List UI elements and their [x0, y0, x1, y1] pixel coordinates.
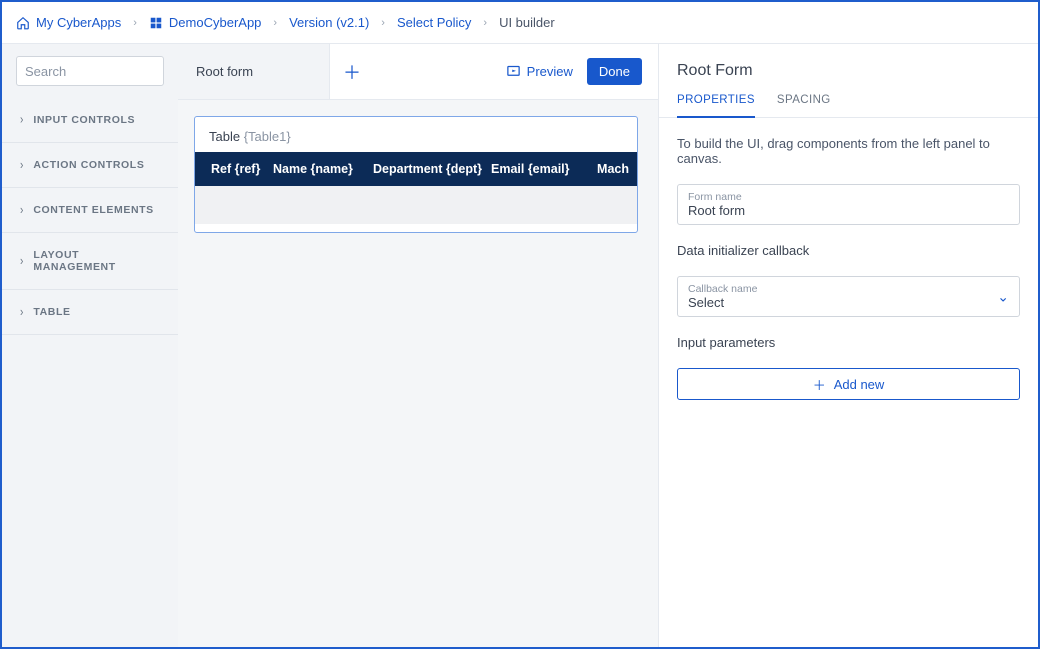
breadcrumb-current: UI builder	[499, 15, 555, 30]
tab-properties[interactable]: PROPERTIES	[677, 94, 755, 118]
palette-group-layout-management[interactable]: ›LAYOUT MANAGEMENT	[2, 233, 178, 290]
chevron-right-icon: ›	[133, 17, 137, 29]
preview-button[interactable]: Preview	[506, 64, 573, 79]
add-new-label: Add new	[834, 377, 885, 392]
chevron-right-icon: ›	[20, 254, 23, 268]
properties-panel: Root Form PROPERTIES SPACING To build th…	[658, 44, 1038, 647]
add-new-button[interactable]: ＋ Add new	[677, 368, 1020, 400]
table-col-department[interactable]: Department {dept}	[365, 162, 483, 176]
panel-hint: To build the UI, drag components from th…	[677, 136, 1020, 166]
callback-select[interactable]: Callback name Select ⌄	[677, 276, 1020, 317]
breadcrumb-app[interactable]: DemoCyberApp	[149, 15, 262, 30]
table-col-name[interactable]: Name {name}	[265, 162, 365, 176]
input-params-label: Input parameters	[677, 335, 1020, 350]
panel-title: Root Form	[659, 44, 1038, 94]
canvas-area: Root form ＋ Preview Done Table {Table1} …	[178, 44, 658, 647]
form-name-field[interactable]: Form name Root form	[677, 184, 1020, 225]
table-empty-body	[195, 186, 637, 224]
add-form-tab-button[interactable]: ＋	[330, 44, 374, 99]
table-header-row: Ref {ref} Name {name} Department {dept} …	[195, 152, 637, 186]
apps-icon	[149, 16, 163, 30]
chevron-down-icon: ⌄	[997, 288, 1009, 305]
table-col-email[interactable]: Email {email}	[483, 162, 573, 176]
breadcrumb-policy[interactable]: Select Policy	[397, 15, 471, 30]
plus-icon: ＋	[343, 59, 361, 85]
chevron-right-icon: ›	[20, 113, 23, 127]
callback-section-label: Data initializer callback	[677, 243, 1020, 258]
done-button[interactable]: Done	[587, 58, 642, 85]
chevron-right-icon: ›	[381, 17, 385, 29]
chevron-right-icon: ›	[20, 158, 23, 172]
preview-label: Preview	[527, 64, 573, 79]
table-card-title: Table {Table1}	[195, 117, 637, 152]
chevron-right-icon: ›	[20, 305, 23, 319]
breadcrumb-version[interactable]: Version (v2.1)	[289, 15, 369, 30]
tab-spacing[interactable]: SPACING	[777, 94, 831, 117]
plus-icon: ＋	[813, 375, 826, 394]
callback-label: Callback name	[688, 283, 1009, 295]
chevron-right-icon: ›	[20, 203, 23, 217]
breadcrumb: My CyberApps › DemoCyberApp › Version (v…	[2, 2, 1038, 44]
form-tab-root[interactable]: Root form	[178, 44, 330, 99]
preview-icon	[506, 64, 521, 79]
search-input[interactable]	[25, 64, 201, 79]
component-palette: ›INPUT CONTROLS ›ACTION CONTROLS ›CONTEN…	[2, 44, 178, 647]
search-input-wrap[interactable]	[16, 56, 164, 86]
form-name-value: Root form	[688, 203, 1009, 218]
table-col-machine[interactable]: Mach	[573, 162, 637, 176]
chevron-right-icon: ›	[483, 17, 487, 29]
table-col-ref[interactable]: Ref {ref}	[195, 162, 265, 176]
table-component-card[interactable]: Table {Table1} Ref {ref} Name {name} Dep…	[194, 116, 638, 233]
home-icon	[16, 16, 30, 30]
chevron-right-icon: ›	[273, 17, 277, 29]
palette-group-content-elements[interactable]: ›CONTENT ELEMENTS	[2, 188, 178, 233]
breadcrumb-home-label: My CyberApps	[36, 15, 121, 30]
breadcrumb-app-label: DemoCyberApp	[169, 15, 262, 30]
palette-group-table[interactable]: ›TABLE	[2, 290, 178, 335]
breadcrumb-home[interactable]: My CyberApps	[16, 15, 121, 30]
callback-value: Select	[688, 295, 1009, 310]
palette-group-input-controls[interactable]: ›INPUT CONTROLS	[2, 98, 178, 143]
palette-group-action-controls[interactable]: ›ACTION CONTROLS	[2, 143, 178, 188]
form-name-label: Form name	[688, 191, 1009, 203]
